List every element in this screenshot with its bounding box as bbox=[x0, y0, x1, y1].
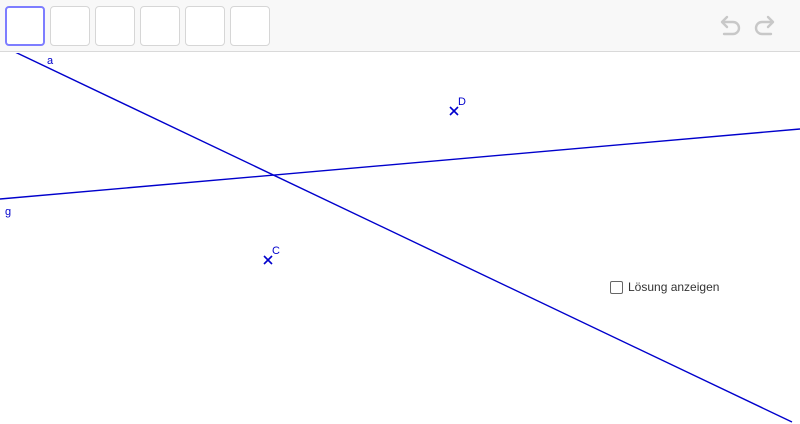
show-solution-checkbox[interactable]: Lösung anzeigen bbox=[610, 279, 719, 295]
tool-button-4[interactable] bbox=[140, 6, 180, 46]
point-d[interactable] bbox=[449, 106, 459, 116]
geometry-canvas[interactable]: a g D C bbox=[0, 53, 800, 424]
line-g-label: g bbox=[5, 206, 11, 218]
tool-button-6[interactable] bbox=[230, 6, 270, 46]
undo-button[interactable] bbox=[714, 12, 744, 42]
line-a-label: a bbox=[47, 55, 54, 67]
toolbar bbox=[0, 0, 800, 52]
point-c-label: C bbox=[272, 245, 280, 257]
checkbox-box[interactable] bbox=[610, 280, 623, 294]
graphics-view[interactable]: a g D C bbox=[0, 53, 800, 424]
point-c[interactable] bbox=[263, 255, 273, 265]
line-a[interactable] bbox=[15, 53, 793, 423]
redo-icon bbox=[754, 15, 775, 36]
redo-button[interactable] bbox=[751, 12, 781, 42]
undo-icon bbox=[720, 15, 741, 36]
tool-button-2[interactable] bbox=[50, 6, 90, 46]
tool-button-5[interactable] bbox=[185, 6, 225, 46]
tool-button-1[interactable] bbox=[5, 6, 45, 46]
point-d-label: D bbox=[458, 96, 466, 108]
line-g[interactable] bbox=[0, 128, 800, 200]
tool-button-3[interactable] bbox=[95, 6, 135, 46]
show-solution-label: Lösung anzeigen bbox=[628, 280, 720, 294]
